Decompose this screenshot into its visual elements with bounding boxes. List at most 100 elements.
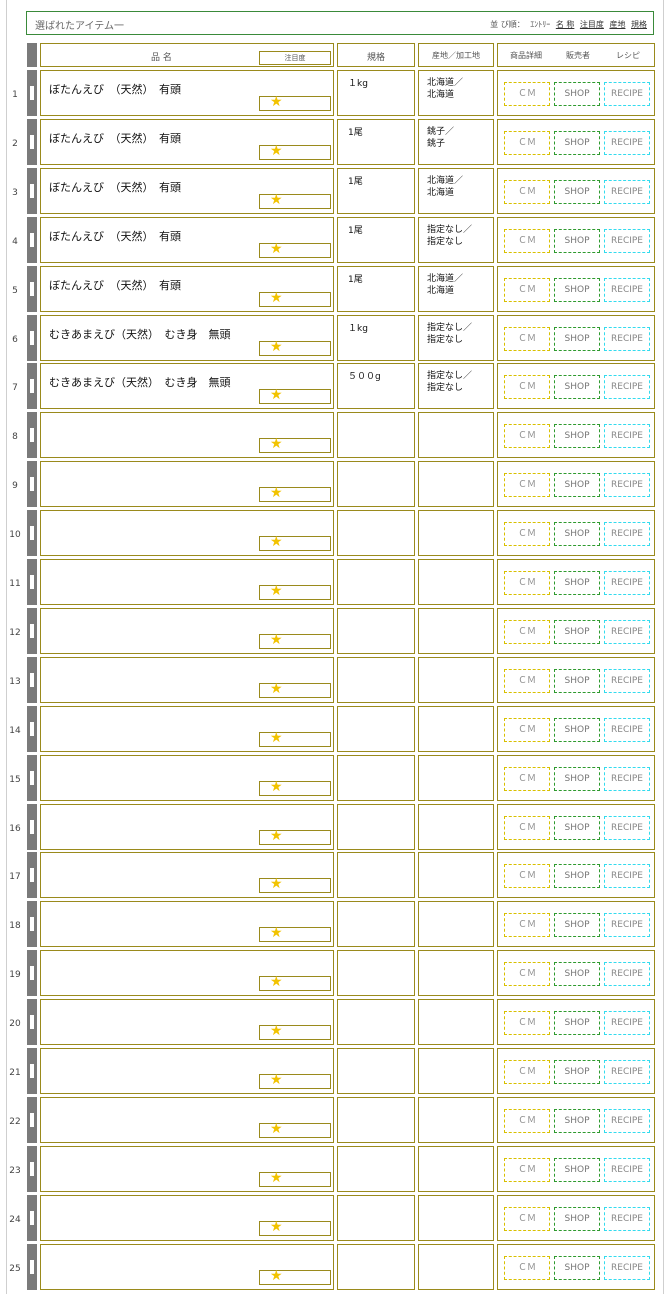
shop-button[interactable]: SHOP — [554, 816, 600, 840]
recipe-button[interactable]: RECIPE — [604, 473, 650, 497]
cm-button[interactable]: ＣＭ — [504, 767, 550, 791]
drag-handle-icon[interactable] — [27, 559, 37, 605]
shop-button[interactable]: SHOP — [554, 571, 600, 595]
attention-rating[interactable]: ★ — [259, 339, 331, 356]
sort-option-origin[interactable]: 産地 — [609, 20, 625, 29]
shop-button[interactable]: SHOP — [554, 229, 600, 253]
drag-handle-icon[interactable] — [27, 315, 37, 361]
attention-rating[interactable]: ★ — [259, 436, 331, 453]
drag-handle-icon[interactable] — [27, 510, 37, 556]
cm-button[interactable]: ＣＭ — [504, 571, 550, 595]
item-name-cell[interactable]: ★ — [40, 1195, 334, 1241]
shop-button[interactable]: SHOP — [554, 669, 600, 693]
recipe-button[interactable]: RECIPE — [604, 1060, 650, 1084]
shop-button[interactable]: SHOP — [554, 962, 600, 986]
item-name-cell[interactable]: ★ — [40, 559, 334, 605]
drag-handle-icon[interactable] — [27, 119, 37, 165]
drag-handle-icon[interactable] — [27, 657, 37, 703]
cm-button[interactable]: ＣＭ — [504, 278, 550, 302]
attention-rating[interactable]: ★ — [259, 143, 331, 160]
cm-button[interactable]: ＣＭ — [504, 816, 550, 840]
attention-rating[interactable]: ★ — [259, 876, 331, 893]
shop-button[interactable]: SHOP — [554, 864, 600, 888]
drag-handle-icon[interactable] — [27, 1048, 37, 1094]
item-name-cell[interactable]: むきあまえび（天然） むき身 無頭 ★ — [40, 315, 334, 361]
drag-handle-icon[interactable] — [27, 1097, 37, 1143]
shop-button[interactable]: SHOP — [554, 1207, 600, 1231]
sort-option-attention[interactable]: 注目度 — [580, 20, 604, 29]
shop-button[interactable]: SHOP — [554, 913, 600, 937]
shop-button[interactable]: SHOP — [554, 1011, 600, 1035]
attention-rating[interactable]: ★ — [259, 241, 331, 258]
recipe-button[interactable]: RECIPE — [604, 913, 650, 937]
cm-button[interactable]: ＣＭ — [504, 82, 550, 106]
shop-button[interactable]: SHOP — [554, 522, 600, 546]
recipe-button[interactable]: RECIPE — [604, 131, 650, 155]
attention-rating[interactable]: ★ — [259, 583, 331, 600]
item-name-cell[interactable]: ★ — [40, 1048, 334, 1094]
item-name-cell[interactable]: ぼたんえび （天然） 有頭 ★ — [40, 168, 334, 214]
shop-button[interactable]: SHOP — [554, 1256, 600, 1280]
attention-rating[interactable]: ★ — [259, 192, 331, 209]
shop-button[interactable]: SHOP — [554, 473, 600, 497]
sort-option-spec[interactable]: 規格 — [631, 20, 647, 29]
recipe-button[interactable]: RECIPE — [604, 962, 650, 986]
shop-button[interactable]: SHOP — [554, 278, 600, 302]
cm-button[interactable]: ＣＭ — [504, 620, 550, 644]
recipe-button[interactable]: RECIPE — [604, 327, 650, 351]
item-name-cell[interactable]: むきあまえび（天然） むき身 無頭 ★ — [40, 363, 334, 409]
item-name-cell[interactable]: ぼたんえび （天然） 有頭 ★ — [40, 217, 334, 263]
item-name-cell[interactable]: ★ — [40, 901, 334, 947]
attention-rating[interactable]: ★ — [259, 1072, 331, 1089]
shop-button[interactable]: SHOP — [554, 1060, 600, 1084]
drag-handle-icon[interactable] — [27, 1195, 37, 1241]
attention-rating[interactable]: ★ — [259, 828, 331, 845]
attention-rating[interactable]: ★ — [259, 730, 331, 747]
sort-option-entry[interactable]: ｴﾝﾄﾘｰ — [530, 20, 550, 29]
item-name-cell[interactable]: ★ — [40, 999, 334, 1045]
drag-handle-icon[interactable] — [27, 755, 37, 801]
recipe-button[interactable]: RECIPE — [604, 278, 650, 302]
item-name-cell[interactable]: ★ — [40, 706, 334, 752]
attention-rating[interactable]: ★ — [259, 632, 331, 649]
drag-handle-icon[interactable] — [27, 461, 37, 507]
item-name-cell[interactable]: ★ — [40, 755, 334, 801]
attention-rating[interactable]: ★ — [259, 485, 331, 502]
drag-handle-icon[interactable] — [27, 901, 37, 947]
shop-button[interactable]: SHOP — [554, 131, 600, 155]
cm-button[interactable]: ＣＭ — [504, 327, 550, 351]
drag-handle-icon[interactable] — [27, 852, 37, 898]
recipe-button[interactable]: RECIPE — [604, 669, 650, 693]
shop-button[interactable]: SHOP — [554, 327, 600, 351]
attention-rating[interactable]: ★ — [259, 94, 331, 111]
attention-rating[interactable]: ★ — [259, 1219, 331, 1236]
drag-handle-icon[interactable] — [27, 70, 37, 116]
attention-rating[interactable]: ★ — [259, 925, 331, 942]
recipe-button[interactable]: RECIPE — [604, 375, 650, 399]
cm-button[interactable]: ＣＭ — [504, 131, 550, 155]
recipe-button[interactable]: RECIPE — [604, 82, 650, 106]
cm-button[interactable]: ＣＭ — [504, 913, 550, 937]
recipe-button[interactable]: RECIPE — [604, 718, 650, 742]
item-name-cell[interactable]: ★ — [40, 412, 334, 458]
item-name-cell[interactable]: ぼたんえび （天然） 有頭 ★ — [40, 266, 334, 312]
shop-button[interactable]: SHOP — [554, 767, 600, 791]
shop-button[interactable]: SHOP — [554, 82, 600, 106]
shop-button[interactable]: SHOP — [554, 718, 600, 742]
item-name-cell[interactable]: ★ — [40, 950, 334, 996]
attention-rating[interactable]: ★ — [259, 1121, 331, 1138]
recipe-button[interactable]: RECIPE — [604, 1011, 650, 1035]
sort-option-name[interactable]: 名 称 — [556, 20, 575, 29]
item-name-cell[interactable]: ★ — [40, 1097, 334, 1143]
item-name-cell[interactable]: ★ — [40, 461, 334, 507]
shop-button[interactable]: SHOP — [554, 424, 600, 448]
item-name-cell[interactable]: ★ — [40, 1244, 334, 1290]
recipe-button[interactable]: RECIPE — [604, 424, 650, 448]
shop-button[interactable]: SHOP — [554, 1109, 600, 1133]
cm-button[interactable]: ＣＭ — [504, 669, 550, 693]
recipe-button[interactable]: RECIPE — [604, 1158, 650, 1182]
recipe-button[interactable]: RECIPE — [604, 1256, 650, 1280]
drag-handle-icon[interactable] — [27, 266, 37, 312]
recipe-button[interactable]: RECIPE — [604, 767, 650, 791]
recipe-button[interactable]: RECIPE — [604, 1109, 650, 1133]
